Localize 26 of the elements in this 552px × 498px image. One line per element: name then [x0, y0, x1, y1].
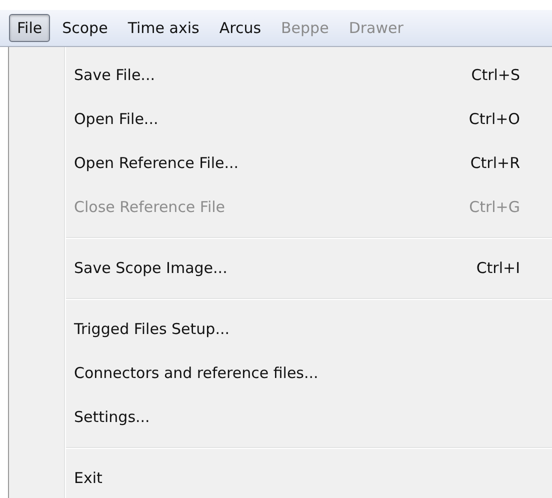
menu-item-label: Save File...	[74, 66, 155, 84]
shortcut-text: Ctrl+R	[470, 154, 520, 172]
menu-item-label: Exit	[74, 469, 102, 487]
shortcut-text: Ctrl+O	[468, 110, 520, 128]
shortcut-text: Ctrl+G	[469, 198, 520, 216]
menu-item[interactable]: Settings...	[9, 395, 552, 439]
menu-bar-item[interactable]: File	[9, 14, 50, 42]
shortcut-text: Ctrl+I	[476, 259, 520, 277]
menu-item[interactable]: Open Reference File... Ctrl+R	[9, 141, 552, 185]
menu-bar-item[interactable]: Arcus	[211, 14, 270, 42]
menu-bar-item[interactable]: Scope	[54, 14, 116, 42]
menu-bar-item[interactable]: Time axis	[120, 14, 208, 42]
menu-item-label: Save Scope Image...	[74, 259, 228, 277]
menu-item-label: Open File...	[74, 110, 158, 128]
menu-item-label: Close Reference File	[74, 198, 226, 216]
menu-item-label: Connectors and reference files...	[74, 364, 318, 382]
menu-item-label: Settings...	[74, 408, 150, 426]
menu-item[interactable]: Save File... Ctrl+S	[9, 53, 552, 97]
menu-item[interactable]: Exit	[9, 456, 552, 498]
menu-item[interactable]: Open File... Ctrl+O	[9, 97, 552, 141]
menu-item[interactable]: Connectors and reference files...	[9, 351, 552, 395]
menu-item[interactable]: Trigged Files Setup...	[9, 307, 552, 351]
shortcut-text: Ctrl+S	[471, 66, 520, 84]
menu-item-label: Open Reference File...	[74, 154, 239, 172]
menu-item-label: Trigged Files Setup...	[74, 320, 230, 338]
menu-item[interactable]: Save Scope Image... Ctrl+I	[9, 246, 552, 290]
